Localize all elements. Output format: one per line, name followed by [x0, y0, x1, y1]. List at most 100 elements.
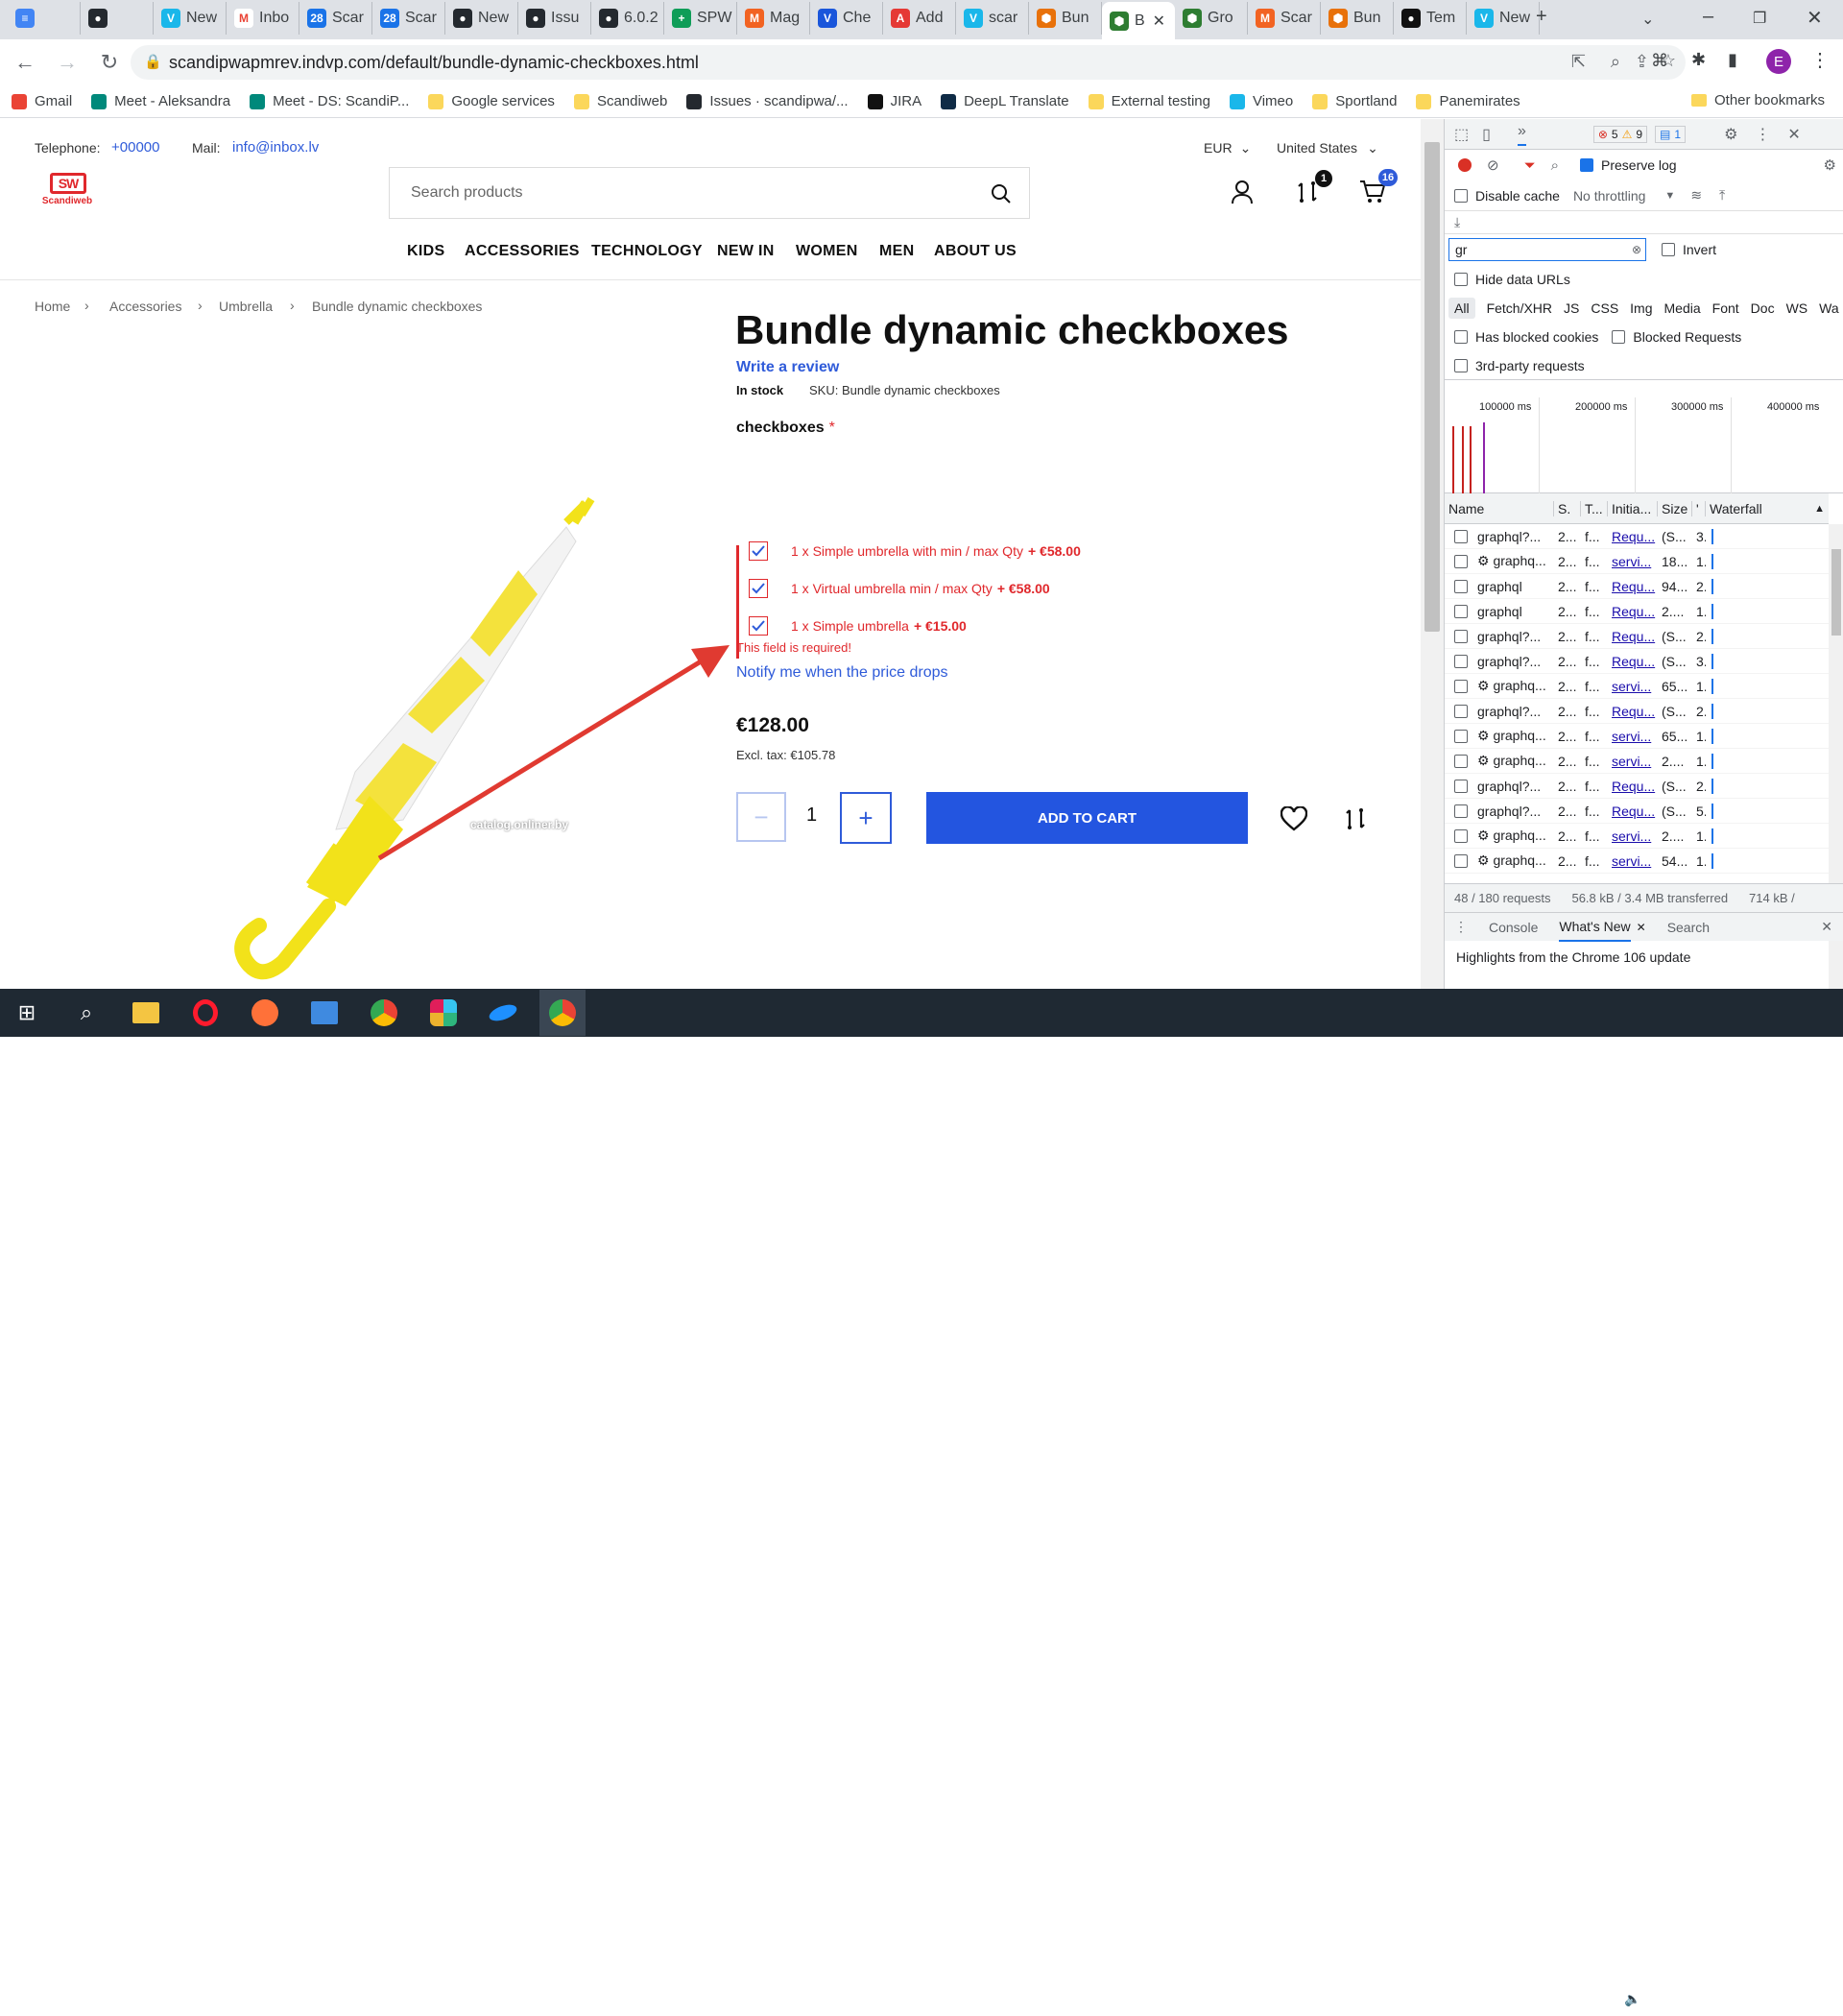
drawer-tab-console[interactable]: Console	[1489, 920, 1538, 935]
type-filter-wasm[interactable]: Wa	[1819, 300, 1838, 316]
type-filter-css[interactable]: CSS	[1591, 300, 1618, 316]
browser-tab[interactable]: ●	[81, 2, 154, 35]
record-icon[interactable]	[1458, 158, 1472, 172]
request-row[interactable]: graphql?... 2... f... Requ... (S... 2.	[1445, 624, 1829, 649]
devtools-menu-icon[interactable]: ⋮	[1755, 125, 1770, 144]
show-hidden-icons-chevron-icon[interactable]: ︿	[1544, 1993, 1557, 2012]
bookmark-item[interactable]: Panemirates	[1416, 93, 1520, 109]
request-initiator[interactable]: Requ...	[1608, 779, 1658, 794]
request-row[interactable]: graphql?... 2... f... Requ... (S... 3.	[1445, 524, 1829, 549]
request-initiator[interactable]: Requ...	[1608, 804, 1658, 819]
network-overview[interactable]: 100000 ms 200000 ms 300000 ms 400000 ms	[1445, 397, 1843, 493]
new-tab-button[interactable]: +	[1536, 6, 1547, 28]
hide-data-urls-checkbox[interactable]	[1454, 273, 1468, 286]
settings-gear-icon[interactable]: ⚙	[1724, 125, 1737, 144]
request-initiator[interactable]: servi...	[1608, 853, 1658, 869]
request-row-checkbox[interactable]	[1454, 804, 1468, 818]
request-row-checkbox[interactable]	[1454, 754, 1468, 768]
opera-icon[interactable]	[182, 990, 228, 1036]
checkbox-checked-icon[interactable]	[749, 541, 768, 561]
type-filter-doc[interactable]: Doc	[1751, 300, 1775, 316]
back-button[interactable]: ←	[8, 45, 42, 80]
nav-new-in[interactable]: NEW IN	[717, 243, 775, 260]
nav-kids[interactable]: KIDS	[407, 243, 444, 260]
requests-scrollbar-thumb[interactable]	[1831, 549, 1841, 636]
nav-about-us[interactable]: ABOUT US	[934, 243, 1017, 260]
nav-women[interactable]: WOMEN	[796, 243, 858, 260]
column-initiator[interactable]: Initia...	[1608, 500, 1658, 516]
search-icon[interactable]: ⌕	[1551, 157, 1559, 174]
browser-tab[interactable]: + SPW	[664, 2, 737, 35]
maximize-button[interactable]: ❐	[1753, 9, 1766, 28]
extension-icon[interactable]: ⌘	[1651, 51, 1668, 71]
open-in-app-icon[interactable]: ⇱	[1571, 52, 1586, 72]
tab-active[interactable]: ⬢ B ✕	[1102, 2, 1175, 39]
bundle-option-3[interactable]: 1 x Simple umbrella + €15.00	[749, 616, 967, 636]
type-filter-all[interactable]: All	[1448, 298, 1475, 319]
throttling-select[interactable]: No throttling	[1573, 188, 1645, 204]
bookmark-item[interactable]: Google services	[428, 93, 555, 109]
request-row-checkbox[interactable]	[1454, 828, 1468, 843]
page-scrollbar-thumb[interactable]	[1424, 142, 1440, 632]
request-row-checkbox[interactable]	[1454, 604, 1468, 618]
request-initiator[interactable]: Requ...	[1608, 654, 1658, 669]
request-initiator[interactable]: servi...	[1608, 729, 1658, 744]
extensions-puzzle-icon[interactable]: ✱	[1691, 50, 1706, 70]
column-time[interactable]: '	[1692, 500, 1706, 516]
drawer-menu-icon[interactable]: ⋮	[1454, 919, 1468, 935]
drawer-tab-search[interactable]: Search	[1667, 920, 1710, 935]
bookmark-item[interactable]: DeepL Translate	[941, 93, 1069, 109]
windows-start-icon[interactable]: ⊞	[4, 990, 50, 1036]
request-row[interactable]: ⚙ graphq... 2... f... servi... 65... 1.	[1445, 674, 1829, 699]
bookmark-item[interactable]: Vimeo	[1229, 93, 1293, 109]
request-row-checkbox[interactable]	[1454, 654, 1468, 668]
request-initiator[interactable]: servi...	[1608, 679, 1658, 694]
bookmark-item[interactable]: Issues · scandipwa/...	[686, 93, 849, 109]
request-initiator[interactable]: Requ...	[1608, 579, 1658, 594]
search-icon[interactable]: ⌕	[63, 990, 109, 1036]
disable-cache-checkbox[interactable]	[1454, 188, 1468, 203]
blocked-requests-checkbox[interactable]	[1612, 330, 1626, 344]
browser-tab[interactable]: ● New	[445, 2, 518, 35]
column-status[interactable]: S.	[1554, 500, 1581, 516]
nav-technology[interactable]: TECHNOLOGY	[591, 243, 703, 260]
network-icon[interactable]: ▣	[1597, 1991, 1610, 2007]
bookmark-item[interactable]: JIRA	[867, 93, 922, 109]
clock-time[interactable]: 2:22 PM	[1711, 1981, 1778, 1996]
type-filter-fetch[interactable]: Fetch/XHR	[1487, 300, 1552, 316]
request-row-checkbox[interactable]	[1454, 779, 1468, 793]
clear-icon[interactable]: ⊘	[1487, 156, 1499, 174]
bookmark-item[interactable]: Meet - Aleksandra	[91, 93, 230, 109]
request-row[interactable]: graphql?... 2... f... Requ... (S... 3.	[1445, 649, 1829, 674]
column-type[interactable]: T...	[1581, 500, 1608, 516]
request-row[interactable]: ⚙ graphq... 2... f... servi...54... 1.	[1445, 849, 1829, 874]
site-logo[interactable]: SW Scandiweb	[36, 173, 98, 213]
clock-date[interactable]: 28-Oct-22	[1711, 2002, 1778, 2016]
inspect-element-icon[interactable]: ⬚	[1454, 125, 1469, 144]
request-row-checkbox[interactable]	[1454, 679, 1468, 693]
type-filter-media[interactable]: Media	[1664, 300, 1701, 316]
request-initiator[interactable]: Requ...	[1608, 604, 1658, 619]
share-icon[interactable]: ⇪	[1635, 52, 1649, 72]
nav-men[interactable]: MEN	[879, 243, 914, 260]
issues-counter[interactable]: ⊗ 5 ⚠ 9	[1592, 125, 1648, 143]
search-icon[interactable]	[991, 183, 1012, 204]
request-row[interactable]: ⚙ graphq... 2... f... servi...2.... 1.	[1445, 824, 1829, 849]
snipping-tool-icon[interactable]	[301, 990, 347, 1036]
slack-icon[interactable]	[420, 990, 467, 1036]
network-settings-gear-icon[interactable]: ⚙	[1824, 156, 1836, 174]
device-toolbar-icon[interactable]: ▯	[1482, 125, 1491, 144]
checkbox-checked-icon[interactable]	[749, 616, 768, 636]
breadcrumb-accessories[interactable]: Accessories	[109, 299, 181, 314]
browser-tab[interactable]: A Add	[883, 2, 956, 35]
telephone-link[interactable]: +00000	[111, 139, 159, 156]
type-filter-js[interactable]: JS	[1564, 300, 1579, 316]
profile-avatar[interactable]: E	[1766, 49, 1791, 74]
firefox-icon[interactable]	[242, 990, 288, 1036]
compare-product-icon[interactable]	[1344, 806, 1367, 831]
browser-tab[interactable]: ⬢ Gro	[1175, 2, 1248, 35]
price-drop-notify-link[interactable]: Notify me when the price drops	[736, 664, 948, 682]
column-size[interactable]: Size	[1658, 500, 1692, 516]
bookmark-item[interactable]: Meet - DS: ScandiP...	[250, 93, 409, 109]
bookmark-item[interactable]: Gmail	[12, 93, 72, 109]
